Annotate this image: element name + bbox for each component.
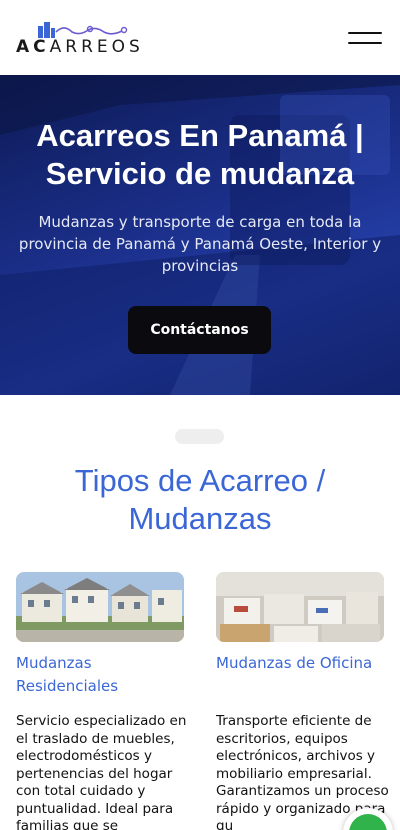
hero-title: Acarreos En Panamá | Servicio de mudanza	[36, 118, 364, 191]
site-logo[interactable]: ACARREOS	[16, 20, 156, 60]
site-header: ACARREOS	[0, 0, 400, 75]
contact-button[interactable]: Contáctanos	[128, 306, 271, 354]
card-title: Mudanzas de Oficina	[216, 654, 373, 672]
card-description: Servicio especializado en el traslado de…	[16, 713, 187, 830]
section-divider-pill	[175, 429, 224, 444]
hero-banner: Acarreos En Panamá | Servicio de mudanza…	[0, 75, 400, 395]
residential-houses-image	[16, 572, 184, 642]
logo-suffix: ARREOS	[49, 37, 144, 57]
hamburger-menu-icon[interactable]	[348, 30, 384, 46]
logo-prefix: AC	[16, 37, 50, 57]
logo-text: ACARREOS	[16, 37, 144, 57]
office-boxes-image	[216, 572, 384, 642]
card-title: Mudanzas Residenciales	[16, 654, 119, 695]
services-section-title: Tipos de Acarreo / Mudanzas	[74, 463, 326, 536]
city-skyline-icon	[38, 22, 128, 38]
hero-subtitle: Mudanzas y transporte de carga en toda l…	[18, 213, 382, 275]
